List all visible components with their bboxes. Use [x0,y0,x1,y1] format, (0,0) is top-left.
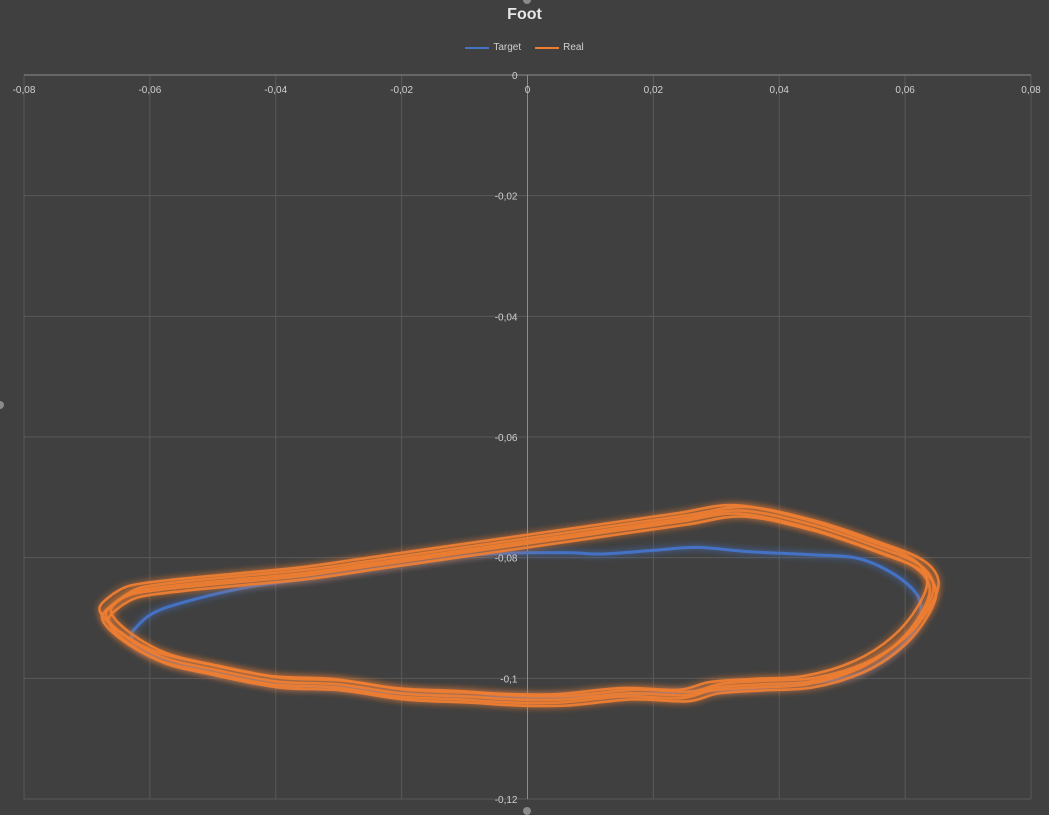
x-tick-label: 0,02 [644,85,664,96]
y-tick-label: -0,12 [495,795,518,806]
y-tick-label: -0,04 [495,312,518,323]
chart-resize-handle-bottom[interactable] [523,807,531,815]
y-tick-label: -0,02 [495,192,518,203]
x-tick-label: 0 [525,85,531,96]
x-tick-label: -0,06 [138,85,161,96]
x-tick-label: -0,04 [264,85,287,96]
x-tick-label: 0,08 [1021,85,1041,96]
x-tick-label: 0,06 [895,85,915,96]
chart-plot: -0,08 -0,06 -0,04 -0,02 0 0,02 0,04 0,06 0,08 0 -0… [13,71,1042,806]
y-tick-label: -0,1 [500,674,518,685]
x-tick-label: 0,04 [770,85,790,96]
x-tick-label: -0,08 [13,85,36,96]
x-tick-label: -0,02 [390,85,413,96]
y-tick-label: -0,08 [495,554,518,565]
y-tick-label: -0,06 [495,433,518,444]
y-tick-label: 0 [512,71,518,82]
